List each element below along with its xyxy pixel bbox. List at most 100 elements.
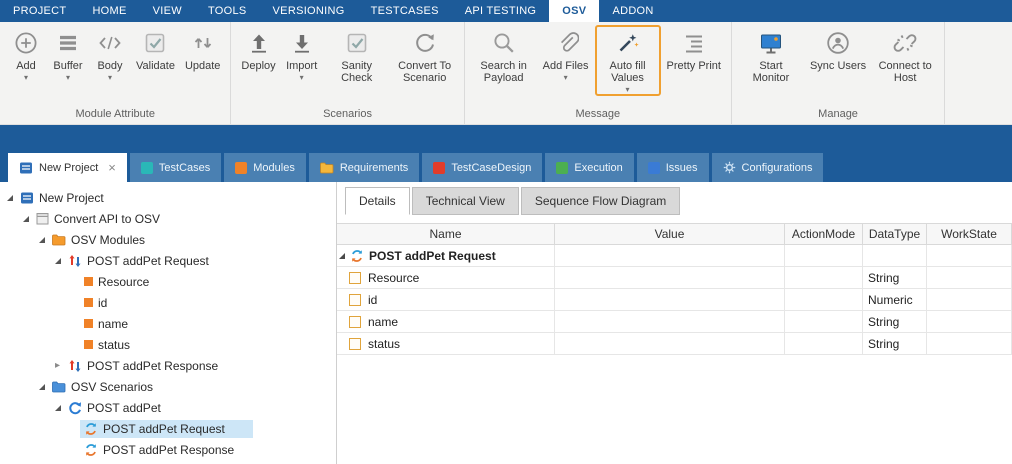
deploy-button[interactable]: Deploy xyxy=(237,25,279,72)
table-row-resource[interactable]: Resource String xyxy=(337,267,1012,289)
validate-check-icon xyxy=(142,27,168,59)
cell-workstate[interactable] xyxy=(927,333,1012,355)
group-row-name: POST addPet Request xyxy=(369,249,496,263)
cell-actionmode[interactable] xyxy=(785,289,863,311)
tab-testcases[interactable]: TestCases xyxy=(130,153,221,182)
tree-label: id xyxy=(98,296,107,310)
menu-project[interactable]: PROJECT xyxy=(0,0,79,22)
tree-item-status[interactable]: status xyxy=(0,334,336,355)
selected-tree-node[interactable]: POST addPet Request xyxy=(80,420,253,438)
add-files-button[interactable]: Add Files ▾ xyxy=(539,25,593,82)
tree-item-post-addpet-request-scenario[interactable]: POST addPet Request xyxy=(0,418,336,439)
cell-actionmode[interactable] xyxy=(785,311,863,333)
dropdown-caret-icon: ▾ xyxy=(564,74,568,82)
menu-view[interactable]: VIEW xyxy=(140,0,195,22)
connect-to-host-button[interactable]: Connect to Host xyxy=(872,25,938,84)
add-label: Add xyxy=(16,60,36,72)
close-icon[interactable]: × xyxy=(108,160,116,175)
tree-item-post-addpet-request-module[interactable]: POST addPet Request xyxy=(0,250,336,271)
tree-item-osv-modules[interactable]: OSV Modules xyxy=(0,229,336,250)
cell-value[interactable] xyxy=(555,289,785,311)
collapse-arrow-icon[interactable]: ▸ xyxy=(51,360,64,371)
row-checkbox[interactable] xyxy=(349,294,361,306)
buffer-button[interactable]: Buffer ▾ xyxy=(48,25,88,82)
cell-value[interactable] xyxy=(555,311,785,333)
cell-actionmode[interactable] xyxy=(785,267,863,289)
tree-item-post-addpet-response-module[interactable]: ▸ POST addPet Response xyxy=(0,355,336,376)
start-monitor-button[interactable]: Start Monitor xyxy=(738,25,804,84)
sync-users-button[interactable]: Sync Users xyxy=(806,25,870,72)
add-button[interactable]: Add ▾ xyxy=(6,25,46,82)
tree-item-post-addpet[interactable]: POST addPet xyxy=(0,397,336,418)
cell-actionmode[interactable] xyxy=(785,333,863,355)
testcasedesign-icon xyxy=(433,162,445,174)
tab-execution[interactable]: Execution xyxy=(545,153,633,182)
requirements-folder-icon xyxy=(320,162,334,174)
expand-arrow-icon[interactable] xyxy=(3,195,16,201)
body-button[interactable]: Body ▾ xyxy=(90,25,130,82)
tab-technical-view[interactable]: Technical View xyxy=(412,187,519,215)
cell-value[interactable] xyxy=(555,267,785,289)
cell-datatype[interactable]: Numeric xyxy=(863,289,927,311)
tree-item-post-addpet-response-scenario[interactable]: POST addPet Response xyxy=(0,439,336,460)
convert-to-scenario-button[interactable]: Convert To Scenario xyxy=(392,25,458,84)
cell-datatype[interactable]: String xyxy=(863,267,927,289)
expand-arrow-icon[interactable] xyxy=(19,216,32,222)
cell-workstate[interactable] xyxy=(927,289,1012,311)
table-row-name[interactable]: name String xyxy=(337,311,1012,333)
tree-item-osv-scenarios[interactable]: OSV Scenarios xyxy=(0,376,336,397)
cell-workstate[interactable] xyxy=(927,311,1012,333)
pretty-print-button[interactable]: Pretty Print xyxy=(663,25,725,72)
expand-arrow-icon[interactable] xyxy=(35,384,48,390)
table-group-row[interactable]: POST addPet Request xyxy=(337,245,1012,267)
menu-tools[interactable]: TOOLS xyxy=(195,0,260,22)
update-button[interactable]: Update xyxy=(181,25,224,72)
add-files-label: Add Files xyxy=(543,60,589,72)
menu-api-testing[interactable]: API TESTING xyxy=(452,0,550,22)
cell-datatype[interactable]: String xyxy=(863,333,927,355)
expand-arrow-icon[interactable] xyxy=(339,253,345,259)
menu-osv[interactable]: OSV xyxy=(549,0,599,22)
tree-item-convert-api[interactable]: Convert API to OSV xyxy=(0,208,336,229)
row-checkbox[interactable] xyxy=(349,316,361,328)
table-row-status[interactable]: status String xyxy=(337,333,1012,355)
tab-testcasedesign[interactable]: TestCaseDesign xyxy=(422,153,542,182)
auto-fill-values-button[interactable]: Auto fill Values ▾ xyxy=(595,25,661,96)
expand-arrow-icon[interactable] xyxy=(35,237,48,243)
sanity-check-button[interactable]: Sanity Check xyxy=(324,25,390,84)
row-checkbox[interactable] xyxy=(349,272,361,284)
code-body-icon xyxy=(97,27,123,59)
row-checkbox[interactable] xyxy=(349,338,361,350)
tab-label: Configurations xyxy=(742,162,813,174)
tab-new-project[interactable]: New Project × xyxy=(8,153,127,182)
tab-configurations[interactable]: Configurations xyxy=(712,153,824,182)
tab-modules[interactable]: Modules xyxy=(224,153,306,182)
project-icon xyxy=(19,161,33,175)
monitor-icon xyxy=(758,27,784,59)
tree-item-new-project[interactable]: New Project xyxy=(0,187,336,208)
cell-value[interactable] xyxy=(555,333,785,355)
menu-home[interactable]: HOME xyxy=(79,0,139,22)
expand-arrow-icon[interactable] xyxy=(51,405,64,411)
menu-testcases[interactable]: TESTCASES xyxy=(358,0,452,22)
menu-addon[interactable]: ADDON xyxy=(599,0,666,22)
tab-details[interactable]: Details xyxy=(345,187,410,215)
expand-arrow-icon[interactable] xyxy=(51,258,64,264)
tree-item-name[interactable]: name xyxy=(0,313,336,334)
sync-icon xyxy=(84,422,98,436)
column-header-name: Name xyxy=(337,224,555,245)
tree-label: POST addPet Response xyxy=(103,443,234,457)
import-button[interactable]: Import ▾ xyxy=(282,25,322,82)
tree-item-resource[interactable]: Resource xyxy=(0,271,336,292)
tab-issues[interactable]: Issues xyxy=(637,153,709,182)
buffer-lines-icon xyxy=(55,27,81,59)
tree-item-id[interactable]: id xyxy=(0,292,336,313)
validate-button[interactable]: Validate xyxy=(132,25,179,72)
cell-datatype[interactable]: String xyxy=(863,311,927,333)
tab-sequence-flow-diagram[interactable]: Sequence Flow Diagram xyxy=(521,187,680,215)
table-row-id[interactable]: id Numeric xyxy=(337,289,1012,311)
tab-requirements[interactable]: Requirements xyxy=(309,153,419,182)
cell-workstate[interactable] xyxy=(927,267,1012,289)
menu-versioning[interactable]: VERSIONING xyxy=(260,0,358,22)
search-in-payload-button[interactable]: Search in Payload xyxy=(471,25,537,84)
